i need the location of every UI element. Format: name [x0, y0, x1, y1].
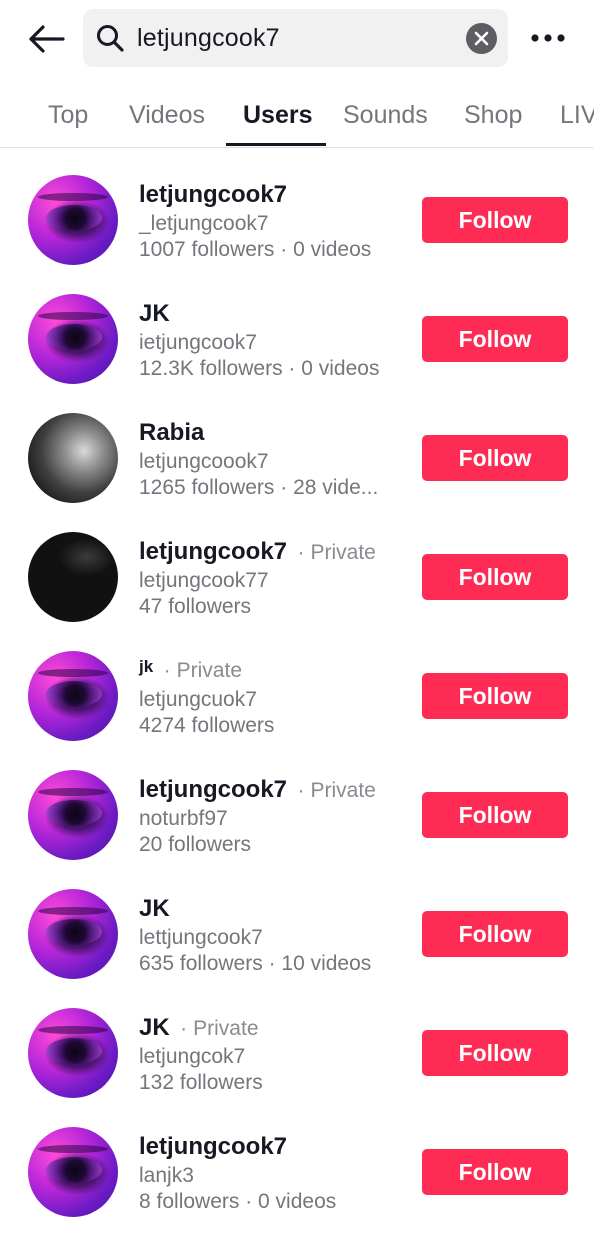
avatar[interactable] — [28, 770, 118, 860]
private-label: · Private — [163, 659, 242, 682]
user-list-item[interactable]: letjungcook7 lanjk3 8 followers · 0 vide… — [0, 1127, 594, 1246]
user-name-line: JK — [139, 893, 170, 925]
user-handle: letjungcok7 — [139, 1045, 246, 1068]
user-list-item[interactable]: jk · Private letjungcuok7 4274 followers … — [0, 651, 594, 770]
user-stats: 12.3K followers · 0 videos — [139, 357, 380, 380]
user-handle: ietjungcook7 — [139, 331, 257, 354]
search-tabs: Top Videos Users Sounds Shop LIV — [0, 88, 594, 148]
follow-button[interactable]: Follow — [422, 316, 568, 362]
private-label: · Private — [297, 541, 376, 564]
display-name: letjungcook7 — [139, 181, 288, 208]
display-name: JK — [139, 895, 170, 922]
search-icon — [97, 25, 124, 52]
user-stats: 635 followers · 10 videos — [139, 952, 372, 975]
user-name-line: JK — [139, 298, 170, 330]
display-name: Rabia — [139, 419, 205, 446]
avatar[interactable] — [28, 889, 118, 979]
display-name: letjungcook7 — [139, 776, 288, 803]
user-name-line: jk · Private — [139, 655, 242, 687]
user-name-line: letjungcook7 — [139, 179, 287, 211]
user-stats: 132 followers — [139, 1071, 263, 1094]
more-options-button[interactable] — [522, 22, 574, 54]
avatar[interactable] — [28, 1127, 118, 1217]
search-query-text[interactable]: letjungcook7 — [137, 9, 280, 67]
display-name: letjungcook7 — [139, 1133, 288, 1160]
user-list-item[interactable]: Rabia letjungcoook7 1265 followers · 28 … — [0, 413, 594, 532]
user-handle: lanjk3 — [139, 1164, 194, 1187]
tab-live[interactable]: LIV — [560, 88, 594, 146]
user-list-item[interactable]: letjungcook7 · Private noturbf97 20 follo… — [0, 770, 594, 889]
follow-button[interactable]: Follow — [422, 911, 568, 957]
user-handle: noturbf97 — [139, 807, 228, 830]
user-list-item[interactable]: letjungcook7 _letjungcook7 1007 follower… — [0, 175, 594, 294]
user-stats: 1007 followers · 0 videos — [139, 238, 372, 261]
user-handle: letjungcoook7 — [139, 450, 269, 473]
user-list-item[interactable]: JK lettjungcook7 635 followers · 10 vide… — [0, 889, 594, 1008]
user-name-line: letjungcook7 · Private — [139, 774, 376, 806]
user-handle: letjungcuok7 — [139, 688, 257, 711]
search-input[interactable]: letjungcook7 — [83, 9, 508, 67]
avatar[interactable] — [28, 175, 118, 265]
top-bar: letjungcook7 — [0, 0, 594, 78]
follow-button[interactable]: Follow — [422, 673, 568, 719]
user-list-item[interactable]: JK ietjungcook7 12.3K followers · 0 vide… — [0, 294, 594, 413]
follow-button[interactable]: Follow — [422, 1149, 568, 1195]
user-name-line: letjungcook7 · Private — [139, 536, 376, 568]
user-stats: 4274 followers — [139, 714, 275, 737]
avatar[interactable] — [28, 413, 118, 503]
avatar[interactable] — [28, 294, 118, 384]
tab-top[interactable]: Top — [48, 88, 88, 146]
user-handle: lettjungcook7 — [139, 926, 263, 949]
tab-videos[interactable]: Videos — [129, 88, 205, 146]
active-tab-indicator — [226, 143, 326, 146]
tab-users[interactable]: Users — [243, 88, 313, 146]
display-name: JK — [139, 300, 170, 327]
follow-button[interactable]: Follow — [422, 435, 568, 481]
avatar[interactable] — [28, 1008, 118, 1098]
user-stats: 1265 followers · 28 vide... — [139, 476, 379, 499]
private-label: · Private — [297, 779, 376, 802]
clear-search-button[interactable] — [466, 23, 497, 54]
more-dots-icon — [531, 34, 565, 42]
tab-shop[interactable]: Shop — [464, 88, 522, 146]
back-button[interactable] — [22, 18, 70, 60]
follow-button[interactable]: Follow — [422, 1030, 568, 1076]
follow-button[interactable]: Follow — [422, 197, 568, 243]
close-icon — [474, 31, 489, 46]
display-name: JK — [139, 1014, 170, 1041]
user-name-line: letjungcook7 — [139, 1131, 287, 1163]
user-name-line: Rabia — [139, 417, 204, 449]
back-arrow-icon — [29, 25, 65, 53]
avatar[interactable] — [28, 532, 118, 622]
user-name-line: JK · Private — [139, 1012, 259, 1044]
user-stats: 47 followers — [139, 595, 252, 618]
follow-button[interactable]: Follow — [422, 554, 568, 600]
user-stats: 8 followers · 0 videos — [139, 1190, 337, 1213]
private-label: · Private — [180, 1017, 259, 1040]
display-name: letjungcook7 — [139, 538, 288, 565]
user-handle: letjungcook77 — [139, 569, 269, 592]
user-stats: 20 followers — [139, 833, 252, 856]
avatar[interactable] — [28, 651, 118, 741]
user-list-item[interactable]: JK · Private letjungcok7 132 followers Fo… — [0, 1008, 594, 1127]
user-handle: _letjungcook7 — [139, 212, 269, 235]
follow-button[interactable]: Follow — [422, 792, 568, 838]
user-list-item[interactable]: letjungcook7 · Private letjungcook77 47 f… — [0, 532, 594, 651]
display-name: jk — [139, 657, 154, 676]
tab-sounds[interactable]: Sounds — [343, 88, 428, 146]
